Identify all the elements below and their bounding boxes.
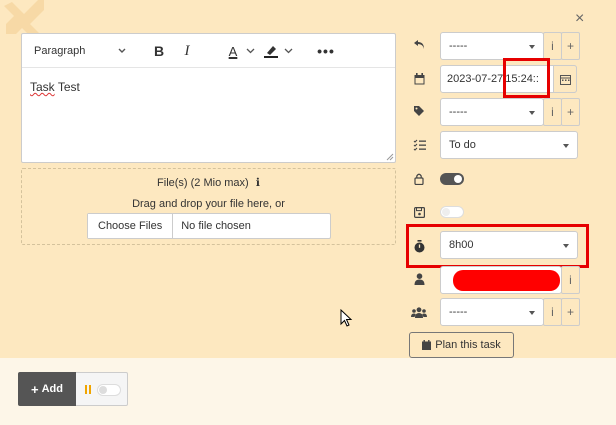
assignee-select[interactable] <box>440 266 562 294</box>
info-button[interactable]: i <box>543 98 562 126</box>
block-format-select[interactable]: Paragraph <box>30 41 130 61</box>
parent-task-select[interactable]: ----- <box>440 32 544 60</box>
due-date-value: 2023-07-27 <box>447 73 504 85</box>
add-mode-toggle[interactable] <box>97 384 121 396</box>
highlight-time-box <box>503 58 550 98</box>
italic-button[interactable]: I <box>180 42 194 60</box>
parent-task-value: ----- <box>449 40 468 52</box>
content-word-task: Task <box>30 80 55 94</box>
no-file-label: No file chosen <box>181 220 251 232</box>
toggle-knob <box>99 386 107 394</box>
block-format-label: Paragraph <box>34 45 86 57</box>
lock-icon <box>410 170 428 188</box>
file-dropzone[interactable]: File(s) (2 Mio max) ℹ Drag and drop your… <box>21 168 396 245</box>
task-dialog: × Paragraph B I A ••• Task Test File(s) … <box>0 0 616 358</box>
pause-icon <box>85 385 91 394</box>
bold-button[interactable]: B <box>152 42 166 60</box>
toggle-knob <box>442 208 450 216</box>
add-parent-button[interactable]: + <box>561 32 580 60</box>
highlight-duration-box <box>406 224 589 268</box>
status-value: To do <box>449 139 476 151</box>
highlight-icon[interactable] <box>262 42 280 60</box>
dropzone-hint: Drag and drop your file here, or <box>132 198 285 210</box>
mouse-cursor-icon <box>340 309 353 327</box>
group-select[interactable]: ----- <box>440 298 544 326</box>
plan-task-label: Plan this task <box>435 339 501 351</box>
add-button[interactable]: + Add <box>18 372 76 406</box>
info-button[interactable]: i <box>543 298 562 326</box>
editor-content[interactable]: Task Test <box>30 80 80 94</box>
add-group-button[interactable]: + <box>561 298 580 326</box>
add-tag-button[interactable]: + <box>561 98 580 126</box>
users-icon <box>410 303 428 321</box>
calendar-icon <box>410 70 428 88</box>
rich-text-editor[interactable]: Paragraph B I A ••• Task Test <box>21 33 396 163</box>
status-select[interactable]: To do <box>440 131 578 159</box>
calendar-picker-button[interactable] <box>553 65 577 93</box>
highlight-chevron-icon[interactable] <box>282 42 294 60</box>
redacted-assignee <box>453 270 560 291</box>
font-color-chevron-icon[interactable] <box>244 42 256 60</box>
tag-icon <box>410 102 428 120</box>
caret-down-icon <box>529 45 535 49</box>
dropzone-title-text: File(s) (2 Mio max) <box>157 177 249 189</box>
calendar-icon <box>422 340 432 350</box>
private-toggle[interactable] <box>440 173 464 185</box>
chevron-down-icon <box>118 48 126 53</box>
user-icon <box>410 270 428 288</box>
info-icon[interactable]: ℹ <box>256 177 260 189</box>
dropzone-title: File(s) (2 Mio max) ℹ <box>22 176 395 189</box>
close-icon[interactable]: × <box>575 11 584 27</box>
font-color-glyph: A <box>228 43 238 59</box>
group-value: ----- <box>449 306 468 318</box>
tag-select[interactable]: ----- <box>440 98 544 126</box>
add-options[interactable] <box>76 372 128 406</box>
info-button[interactable]: i <box>543 32 562 60</box>
plus-icon: + <box>31 381 39 397</box>
caret-down-icon <box>563 144 569 148</box>
undo-icon <box>410 36 428 54</box>
font-color-button[interactable]: A <box>224 42 242 60</box>
calendar-picker-icon <box>559 74 571 85</box>
toggle-knob <box>454 175 462 183</box>
caret-down-icon <box>529 311 535 315</box>
plan-task-button[interactable]: Plan this task <box>409 332 514 358</box>
save-toggle[interactable] <box>440 206 464 218</box>
add-label: Add <box>41 383 63 395</box>
tag-value: ----- <box>449 106 468 118</box>
more-options-icon[interactable]: ••• <box>317 42 334 60</box>
info-button[interactable]: i <box>561 266 580 294</box>
save-icon <box>410 203 428 221</box>
list-check-icon <box>410 136 428 154</box>
resize-handle-icon[interactable] <box>386 153 394 161</box>
choose-files-button[interactable]: Choose Files <box>88 214 174 238</box>
editor-toolbar: Paragraph B I A ••• <box>22 34 395 68</box>
content-word-test: Test <box>57 80 80 94</box>
caret-down-icon <box>529 111 535 115</box>
file-input[interactable]: Choose Files No file chosen <box>87 213 331 239</box>
